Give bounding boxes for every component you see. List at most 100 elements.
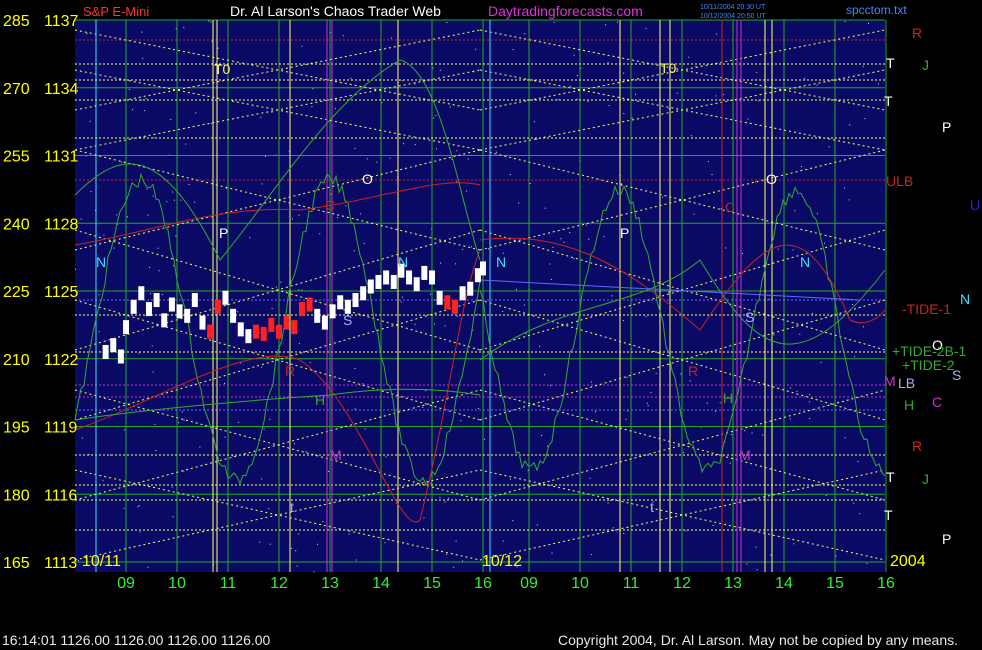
star-dot: [180, 199, 182, 201]
star-dot: [594, 411, 596, 413]
site-url: Daytradingforecasts.com: [488, 3, 643, 19]
star-dot: [868, 22, 869, 24]
star-dot: [862, 326, 864, 328]
star-dot: [808, 401, 810, 403]
price-bar: [360, 286, 367, 301]
star-dot: [536, 138, 538, 140]
star-dot: [720, 208, 722, 210]
star-dot: [755, 546, 757, 548]
star-dot: [544, 374, 546, 376]
star-dot: [185, 143, 187, 145]
star-dot: [744, 430, 746, 432]
star-dot: [646, 402, 648, 404]
star-dot: [151, 345, 153, 347]
star-dot: [263, 428, 265, 430]
x-tick-label: 16: [877, 575, 895, 592]
star-dot: [777, 248, 779, 250]
star-dot: [650, 391, 652, 393]
star-dot: [400, 301, 402, 303]
right-label: +TIDE-2: [902, 357, 955, 373]
star-dot: [238, 421, 240, 423]
price-bar: [383, 270, 390, 285]
price-bar: [222, 290, 229, 305]
star-dot: [139, 531, 141, 533]
star-dot: [590, 381, 592, 383]
price-bar: [375, 274, 382, 289]
star-dot: [128, 88, 130, 90]
star-dot: [78, 560, 80, 562]
star-dot: [634, 93, 636, 95]
star-dot: [848, 199, 850, 201]
star-dot: [260, 116, 262, 118]
star-dot: [178, 422, 180, 424]
price-bar: [237, 322, 244, 337]
price-bar: [102, 344, 109, 359]
star-dot: [668, 291, 670, 293]
star-dot: [524, 33, 526, 35]
star-dot: [715, 410, 717, 412]
y-score-label: 255: [3, 149, 30, 166]
star-dot: [711, 174, 713, 176]
y-price-label: 1131: [44, 149, 79, 166]
star-dot: [401, 296, 403, 298]
x-tick-label: 09: [520, 575, 538, 592]
star-dot: [363, 242, 365, 244]
star-dot: [334, 107, 336, 109]
star-dot: [756, 569, 758, 571]
star-dot: [462, 248, 464, 250]
star-dot: [224, 436, 226, 438]
star-dot: [812, 313, 814, 315]
star-dot: [109, 454, 111, 456]
star-dot: [573, 54, 575, 56]
price-bar: [352, 293, 359, 308]
price-bar: [199, 315, 206, 330]
star-dot: [269, 418, 271, 420]
star-dot: [311, 106, 313, 108]
star-dot: [145, 98, 147, 100]
star-dot: [123, 507, 125, 509]
star-dot: [502, 540, 504, 542]
price-bar: [176, 304, 183, 319]
x-tick-label: 11: [220, 575, 237, 592]
star-dot: [447, 497, 449, 499]
star-dot: [116, 214, 118, 216]
chart-letter: S: [745, 309, 754, 325]
y-axis: 285 1137 270 1134 255 1131 240 1128 225 1125 210 11…: [3, 13, 79, 572]
price-bar: [306, 297, 313, 312]
star-dot: [799, 333, 801, 335]
star-dot: [103, 234, 105, 236]
price-bar: [245, 329, 252, 344]
star-dot: [261, 366, 263, 368]
star-dot: [301, 45, 303, 47]
star-dot: [502, 311, 504, 313]
star-dot: [688, 56, 690, 58]
star-dot: [824, 242, 826, 244]
star-dot: [401, 80, 403, 82]
date-label: 10/12: [482, 553, 522, 570]
star-dot: [617, 21, 619, 23]
star-dot: [685, 530, 687, 532]
star-dot: [557, 99, 559, 101]
star-dot: [183, 470, 185, 472]
star-dot: [696, 292, 698, 294]
chart-letter: t: [290, 499, 294, 515]
star-dot: [844, 437, 846, 439]
star-dot: [449, 106, 451, 108]
star-dot: [268, 508, 270, 510]
star-dot: [155, 450, 157, 452]
star-dot: [124, 429, 126, 431]
star-dot: [627, 410, 629, 412]
price-bar: [184, 308, 191, 323]
star-dot: [816, 84, 818, 86]
price-bar: [467, 281, 474, 296]
star-dot: [547, 445, 549, 447]
star-dot: [199, 446, 201, 448]
star-dot: [434, 299, 435, 301]
star-dot: [857, 460, 859, 462]
star-dot: [552, 246, 554, 248]
star-dot: [712, 524, 714, 526]
chart-letter: P: [219, 225, 228, 241]
y-price-label: 1122: [44, 352, 79, 369]
star-dot: [541, 435, 543, 437]
star-dot: [414, 83, 416, 85]
